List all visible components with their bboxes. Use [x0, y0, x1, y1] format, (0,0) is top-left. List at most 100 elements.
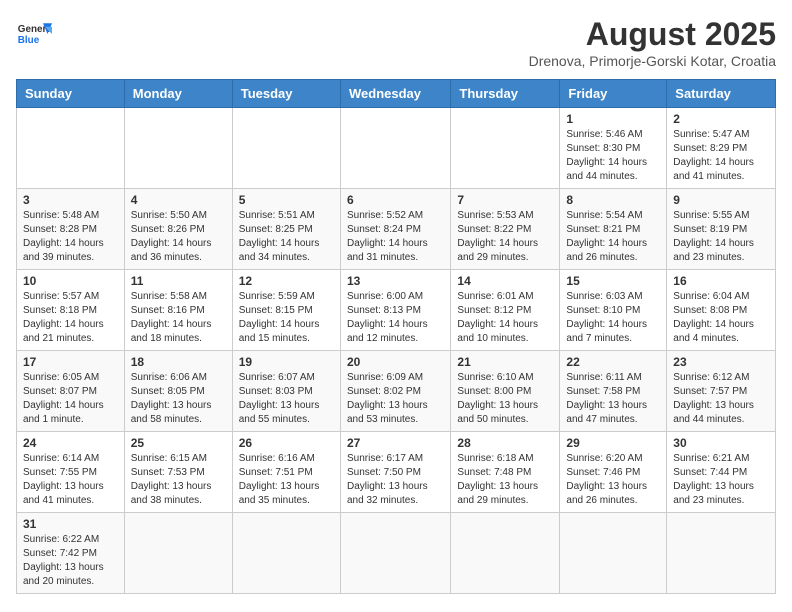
- day-info: Sunrise: 6:15 AMSunset: 7:53 PMDaylight:…: [131, 452, 226, 508]
- day-info: Sunrise: 5:57 AMSunset: 8:18 PMDaylight:…: [23, 290, 118, 346]
- calendar-cell: 5 Sunrise: 5:51 AMSunset: 8:25 PMDaylight…: [232, 189, 340, 270]
- day-info: Sunrise: 6:04 AMSunset: 8:08 PMDaylight:…: [673, 290, 769, 346]
- weekday-header-monday: Monday: [124, 80, 232, 108]
- calendar-cell: 16 Sunrise: 6:04 AMSunset: 8:08 PMDayligh…: [667, 270, 776, 351]
- day-info: Sunrise: 5:53 AMSunset: 8:22 PMDaylight:…: [457, 209, 553, 265]
- day-number: 21: [457, 355, 553, 369]
- calendar-cell: 26Sunrise: 6:16 AMSunset: 7:51 PMDayligh…: [232, 432, 340, 513]
- svg-text:Blue: Blue: [18, 35, 40, 46]
- day-info: Sunrise: 6:18 AMSunset: 7:48 PMDaylight:…: [457, 452, 553, 508]
- day-info: Sunrise: 6:01 AMSunset: 8:12 PMDaylight:…: [457, 290, 553, 346]
- day-number: 2: [673, 112, 769, 126]
- calendar-cell: 25 Sunrise: 6:15 AMSunset: 7:53 PMDayligh…: [124, 432, 232, 513]
- day-info: Sunrise: 5:51 AMSunset: 8:25 PMDaylight:…: [239, 209, 334, 265]
- day-number: 30: [673, 436, 769, 450]
- calendar-table: SundayMondayTuesdayWednesdayThursdayFrid…: [16, 79, 776, 594]
- calendar-cell: [667, 513, 776, 594]
- calendar-cell: 2Sunrise: 5:47 AMSunset: 8:29 PMDaylight…: [667, 108, 776, 189]
- day-number: 3: [23, 193, 118, 207]
- calendar-cell: [232, 513, 340, 594]
- calendar-cell: 28 Sunrise: 6:18 AMSunset: 7:48 PMDayligh…: [451, 432, 560, 513]
- calendar-cell: 27 Sunrise: 6:17 AMSunset: 7:50 PMDayligh…: [340, 432, 450, 513]
- day-info: Sunrise: 6:21 AMSunset: 7:44 PMDaylight:…: [673, 452, 769, 508]
- calendar-cell: 23Sunrise: 6:12 AMSunset: 7:57 PMDayligh…: [667, 351, 776, 432]
- calendar-cell: 12 Sunrise: 5:59 AMSunset: 8:15 PMDayligh…: [232, 270, 340, 351]
- day-number: 5: [239, 193, 334, 207]
- calendar-cell: 20 Sunrise: 6:09 AMSunset: 8:02 PMDayligh…: [340, 351, 450, 432]
- day-info: Sunrise: 5:58 AMSunset: 8:16 PMDaylight:…: [131, 290, 226, 346]
- day-number: 25: [131, 436, 226, 450]
- calendar-cell: 14 Sunrise: 6:01 AMSunset: 8:12 PMDayligh…: [451, 270, 560, 351]
- calendar-cell: 19 Sunrise: 6:07 AMSunset: 8:03 PMDayligh…: [232, 351, 340, 432]
- title-area: August 2025 Drenova, Primorje-Gorski Kot…: [529, 16, 776, 69]
- day-number: 12: [239, 274, 334, 288]
- day-info: Sunrise: 5:48 AMSunset: 8:28 PMDaylight:…: [23, 209, 118, 265]
- day-number: 28: [457, 436, 553, 450]
- calendar-cell: 29Sunrise: 6:20 AMSunset: 7:46 PMDayligh…: [560, 432, 667, 513]
- month-year-title: August 2025: [529, 16, 776, 53]
- weekday-header-saturday: Saturday: [667, 80, 776, 108]
- calendar-cell: [124, 513, 232, 594]
- calendar-week-4: 17Sunrise: 6:05 AMSunset: 8:07 PMDayligh…: [17, 351, 776, 432]
- day-number: 19: [239, 355, 334, 369]
- day-number: 1: [566, 112, 660, 126]
- day-info: Sunrise: 6:10 AMSunset: 8:00 PMDaylight:…: [457, 371, 553, 427]
- day-info: Sunrise: 5:50 AMSunset: 8:26 PMDaylight:…: [131, 209, 226, 265]
- day-number: 26: [239, 436, 334, 450]
- weekday-header-wednesday: Wednesday: [340, 80, 450, 108]
- day-info: Sunrise: 6:00 AMSunset: 8:13 PMDaylight:…: [347, 290, 444, 346]
- day-info: Sunrise: 6:17 AMSunset: 7:50 PMDaylight:…: [347, 452, 444, 508]
- calendar-week-5: 24Sunrise: 6:14 AMSunset: 7:55 PMDayligh…: [17, 432, 776, 513]
- weekday-header-friday: Friday: [560, 80, 667, 108]
- calendar-cell: 3 Sunrise: 5:48 AMSunset: 8:28 PMDaylight…: [17, 189, 125, 270]
- calendar-cell: 22 Sunrise: 6:11 AMSunset: 7:58 PMDayligh…: [560, 351, 667, 432]
- day-info: Sunrise: 5:59 AMSunset: 8:15 PMDaylight:…: [239, 290, 334, 346]
- weekday-header-sunday: Sunday: [17, 80, 125, 108]
- calendar-cell: 9 Sunrise: 5:55 AMSunset: 8:19 PMDaylight…: [667, 189, 776, 270]
- day-info: Sunrise: 6:05 AMSunset: 8:07 PMDaylight:…: [23, 371, 118, 427]
- day-number: 29: [566, 436, 660, 450]
- day-info: Sunrise: 6:11 AMSunset: 7:58 PMDaylight:…: [566, 371, 660, 427]
- day-info: Sunrise: 5:54 AMSunset: 8:21 PMDaylight:…: [566, 209, 660, 265]
- day-number: 14: [457, 274, 553, 288]
- location-subtitle: Drenova, Primorje-Gorski Kotar, Croatia: [529, 53, 776, 69]
- day-number: 27: [347, 436, 444, 450]
- day-number: 9: [673, 193, 769, 207]
- day-info: Sunrise: 6:22 AMSunset: 7:42 PMDaylight:…: [23, 533, 118, 589]
- day-number: 6: [347, 193, 444, 207]
- calendar-cell: 24Sunrise: 6:14 AMSunset: 7:55 PMDayligh…: [17, 432, 125, 513]
- weekday-header-thursday: Thursday: [451, 80, 560, 108]
- day-number: 4: [131, 193, 226, 207]
- calendar-cell: [451, 108, 560, 189]
- calendar-cell: [17, 108, 125, 189]
- calendar-cell: [232, 108, 340, 189]
- day-number: 11: [131, 274, 226, 288]
- day-info: Sunrise: 6:07 AMSunset: 8:03 PMDaylight:…: [239, 371, 334, 427]
- day-number: 8: [566, 193, 660, 207]
- day-number: 22: [566, 355, 660, 369]
- calendar-cell: 11 Sunrise: 5:58 AMSunset: 8:16 PMDayligh…: [124, 270, 232, 351]
- calendar-week-6: 31Sunrise: 6:22 AMSunset: 7:42 PMDayligh…: [17, 513, 776, 594]
- calendar-cell: 18Sunrise: 6:06 AMSunset: 8:05 PMDayligh…: [124, 351, 232, 432]
- day-number: 20: [347, 355, 444, 369]
- calendar-cell: 17Sunrise: 6:05 AMSunset: 8:07 PMDayligh…: [17, 351, 125, 432]
- day-info: Sunrise: 5:46 AMSunset: 8:30 PMDaylight:…: [566, 128, 660, 184]
- day-info: Sunrise: 6:14 AMSunset: 7:55 PMDaylight:…: [23, 452, 118, 508]
- calendar-cell: 7 Sunrise: 5:53 AMSunset: 8:22 PMDaylight…: [451, 189, 560, 270]
- calendar-cell: [560, 513, 667, 594]
- general-blue-logo-icon: General Blue: [16, 16, 52, 52]
- calendar-cell: 10Sunrise: 5:57 AMSunset: 8:18 PMDayligh…: [17, 270, 125, 351]
- day-number: 7: [457, 193, 553, 207]
- day-number: 18: [131, 355, 226, 369]
- calendar-week-2: 3 Sunrise: 5:48 AMSunset: 8:28 PMDaylight…: [17, 189, 776, 270]
- calendar-week-3: 10Sunrise: 5:57 AMSunset: 8:18 PMDayligh…: [17, 270, 776, 351]
- day-info: Sunrise: 6:09 AMSunset: 8:02 PMDaylight:…: [347, 371, 444, 427]
- day-number: 16: [673, 274, 769, 288]
- day-info: Sunrise: 6:03 AMSunset: 8:10 PMDaylight:…: [566, 290, 660, 346]
- calendar-cell: [340, 108, 450, 189]
- day-info: Sunrise: 5:55 AMSunset: 8:19 PMDaylight:…: [673, 209, 769, 265]
- calendar-week-1: 1 Sunrise: 5:46 AMSunset: 8:30 PMDaylight…: [17, 108, 776, 189]
- weekday-header-tuesday: Tuesday: [232, 80, 340, 108]
- calendar-cell: 15Sunrise: 6:03 AMSunset: 8:10 PMDayligh…: [560, 270, 667, 351]
- calendar-cell: 31Sunrise: 6:22 AMSunset: 7:42 PMDayligh…: [17, 513, 125, 594]
